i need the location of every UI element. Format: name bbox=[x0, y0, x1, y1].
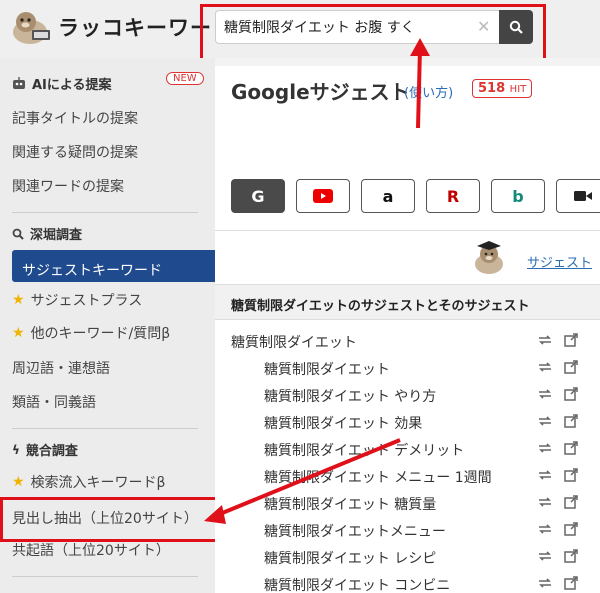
list-item[interactable]: 糖質制限ダイエット デメリット bbox=[215, 436, 600, 463]
main-card: Googleサジェスト (使い方) 518 HIT G a R b サジェスト … bbox=[215, 66, 600, 593]
list-item-text[interactable]: 糖質制限ダイエット メニュー 1週間 bbox=[264, 467, 492, 487]
list-item[interactable]: 糖質制限ダイエット コンビニ bbox=[215, 571, 600, 593]
sidebar-item-cooccurrence[interactable]: 共起語（上位20サイト） bbox=[12, 540, 170, 560]
tab-video[interactable] bbox=[556, 179, 600, 213]
page-title: Googleサジェスト bbox=[231, 80, 410, 104]
list-item-text[interactable]: 糖質制限ダイエット 糖質量 bbox=[264, 494, 436, 514]
amazon-icon: a bbox=[382, 186, 394, 206]
youtube-icon bbox=[313, 189, 333, 203]
video-icon bbox=[574, 191, 592, 201]
sidebar-section-ai-label: AIによる提案 bbox=[32, 78, 112, 93]
tab-bing[interactable]: b bbox=[491, 179, 545, 213]
list-item-text[interactable]: 糖質制限ダイエット bbox=[264, 359, 390, 379]
repeat-icon[interactable] bbox=[537, 549, 553, 563]
sidebar-section-ai: AIによる提案 bbox=[12, 74, 112, 93]
repeat-icon[interactable] bbox=[537, 360, 553, 374]
guide-link[interactable]: サジェスト bbox=[527, 252, 592, 271]
sidebar-item-related-suggest[interactable]: 関連ワードの提案 bbox=[12, 176, 124, 196]
external-link-icon[interactable] bbox=[564, 441, 578, 455]
list-item[interactable]: 糖質制限ダイエット レシピ bbox=[215, 544, 600, 571]
divider bbox=[12, 212, 198, 213]
divider bbox=[12, 428, 198, 429]
list-item-text[interactable]: 糖質制限ダイエット やり方 bbox=[264, 386, 436, 406]
robot-icon bbox=[13, 77, 25, 89]
star-icon: ★ bbox=[12, 474, 25, 490]
highlight-box-search bbox=[200, 4, 546, 66]
otter-logo-icon bbox=[13, 12, 50, 44]
tab-rakuten[interactable]: R bbox=[426, 179, 480, 213]
external-link-icon[interactable] bbox=[564, 333, 578, 347]
tab-amazon[interactable]: a bbox=[361, 179, 415, 213]
bing-icon: b bbox=[512, 186, 524, 206]
sidebar-item-inflow-keywords[interactable]: ★ 検索流入キーワードβ bbox=[12, 472, 166, 492]
how-to-link[interactable]: (使い方) bbox=[404, 82, 453, 101]
repeat-icon[interactable] bbox=[537, 468, 553, 482]
main-panel: Googleサジェスト (使い方) 518 HIT G a R b サジェスト … bbox=[215, 58, 600, 593]
list-item[interactable]: 糖質制限ダイエットメニュー bbox=[215, 517, 600, 544]
list-item[interactable]: 糖質制限ダイエット 効果 bbox=[215, 409, 600, 436]
sidebar-item-other-keywords[interactable]: ★ 他のキーワード/質問β bbox=[12, 323, 170, 343]
engine-tabs: G a R b bbox=[231, 179, 600, 213]
sidebar-section-competitor-label: 競合調査 bbox=[25, 444, 78, 459]
list-item-text[interactable]: 糖質制限ダイエット デメリット bbox=[264, 440, 464, 460]
tab-youtube[interactable] bbox=[296, 179, 350, 213]
sidebar-item-associated-words[interactable]: 周辺語・連想語 bbox=[12, 358, 110, 378]
list-item[interactable]: 糖質制限ダイエット メニュー 1週間 bbox=[215, 463, 600, 490]
star-icon: ★ bbox=[12, 292, 25, 308]
external-link-icon[interactable] bbox=[564, 549, 578, 563]
repeat-icon[interactable] bbox=[537, 333, 553, 347]
list-item-text[interactable]: 糖質制限ダイエットメニュー bbox=[264, 521, 446, 541]
divider bbox=[215, 230, 600, 231]
rakuten-icon: R bbox=[446, 186, 460, 206]
list-item[interactable]: 糖質制限ダイエット 糖質量 bbox=[215, 490, 600, 517]
external-link-icon[interactable] bbox=[564, 387, 578, 401]
sidebar-item-title-suggest[interactable]: 記事タイトルの提案 bbox=[12, 108, 138, 128]
list-item[interactable]: 糖質制限ダイエット bbox=[215, 355, 600, 382]
divider bbox=[12, 576, 198, 577]
otter-professor-icon bbox=[475, 241, 503, 274]
external-link-icon[interactable] bbox=[564, 495, 578, 509]
results-table-header: 糖質制限ダイエットのサジェストとそのサジェスト bbox=[215, 284, 600, 320]
list-item-text[interactable]: 糖質制限ダイエット コンビニ bbox=[264, 575, 450, 593]
repeat-icon[interactable] bbox=[537, 441, 553, 455]
sidebar-item-synonyms[interactable]: 類語・同義語 bbox=[12, 392, 96, 412]
sidebar-item-suggest-plus[interactable]: ★ サジェストプラス bbox=[12, 290, 142, 310]
repeat-icon[interactable] bbox=[537, 387, 553, 401]
external-link-icon[interactable] bbox=[564, 522, 578, 536]
sidebar-section-research-label: 深堀調査 bbox=[30, 228, 83, 243]
external-link-icon[interactable] bbox=[564, 360, 578, 374]
list-item-text[interactable]: 糖質制限ダイエット レシピ bbox=[264, 548, 436, 568]
hit-count-badge: 518 HIT bbox=[472, 79, 533, 98]
sidebar-section-research: 深堀調査 bbox=[12, 224, 82, 243]
list-item[interactable]: 糖質制限ダイエット bbox=[215, 328, 600, 355]
repeat-icon[interactable] bbox=[537, 495, 553, 509]
repeat-icon[interactable] bbox=[537, 522, 553, 536]
repeat-icon[interactable] bbox=[537, 576, 553, 590]
new-badge: NEW bbox=[166, 72, 204, 85]
tab-google[interactable]: G bbox=[231, 179, 285, 213]
repeat-icon[interactable] bbox=[537, 414, 553, 428]
star-icon: ★ bbox=[12, 325, 25, 341]
lightning-icon: ϟ bbox=[12, 442, 20, 457]
sidebar-item-question-suggest[interactable]: 関連する疑問の提案 bbox=[12, 142, 138, 162]
list-item-text[interactable]: 糖質制限ダイエット 効果 bbox=[264, 413, 422, 433]
external-link-icon[interactable] bbox=[564, 576, 578, 590]
external-link-icon[interactable] bbox=[564, 468, 578, 482]
magnifier-icon bbox=[12, 228, 24, 240]
external-link-icon[interactable] bbox=[564, 414, 578, 428]
google-icon: G bbox=[251, 186, 265, 206]
sidebar-section-competitor: ϟ 競合調査 bbox=[12, 440, 78, 460]
list-item[interactable]: 糖質制限ダイエット やり方 bbox=[215, 382, 600, 409]
highlight-box-heading-extract bbox=[0, 497, 226, 542]
sidebar-item-suggest-keyword[interactable]: サジェストキーワード bbox=[12, 250, 215, 282]
list-item-text[interactable]: 糖質制限ダイエット bbox=[231, 332, 357, 352]
